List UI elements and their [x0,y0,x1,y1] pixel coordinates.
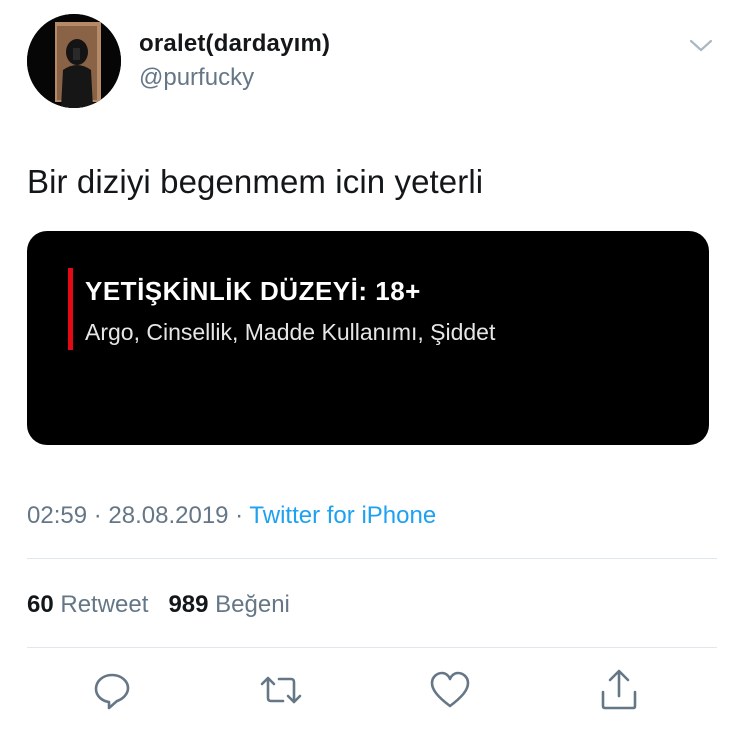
like-label[interactable]: Beğeni [215,591,290,618]
action-bar [0,668,735,716]
tweet-stats: 60 Retweet 989 Beğeni [27,591,290,619]
chevron-down-icon[interactable] [688,36,714,56]
like-icon[interactable] [428,668,472,712]
tweet-date: 28.08.2019 [108,502,229,529]
rating-accent-bar [68,268,73,350]
maturity-rating-description: Argo, Cinsellik, Madde Kullanımı, Şiddet [85,319,496,345]
retweet-label[interactable]: Retweet [60,591,148,618]
meta-separator: · [87,502,109,529]
share-icon[interactable] [597,668,641,712]
reply-icon[interactable] [90,668,134,712]
divider [27,647,717,648]
maturity-rating-title: YETİŞKİNLİK DÜZEYİ: 18+ [85,276,421,306]
tweet-meta: 02:59 · 28.08.2019 · Twitter for iPhone [27,502,436,530]
user-handle[interactable]: @purfucky [139,64,254,92]
tweet-time: 02:59 [27,502,88,529]
meta-separator: · [228,502,250,529]
display-name[interactable]: oralet(dardayım) [139,30,330,58]
retweet-icon[interactable] [259,668,303,712]
retweet-count[interactable]: 60 [27,591,54,618]
tweet-text: Bir diziyi begenmem icin yeterli [27,163,484,200]
like-count[interactable]: 989 [168,591,208,618]
divider [27,558,717,559]
tweet-media[interactable]: YETİŞKİNLİK DÜZEYİ: 18+ Argo, Cinsellik,… [27,231,709,445]
tweet-source-link[interactable]: Twitter for iPhone [249,502,436,529]
avatar[interactable] [27,14,121,108]
avatar-image [27,14,121,108]
